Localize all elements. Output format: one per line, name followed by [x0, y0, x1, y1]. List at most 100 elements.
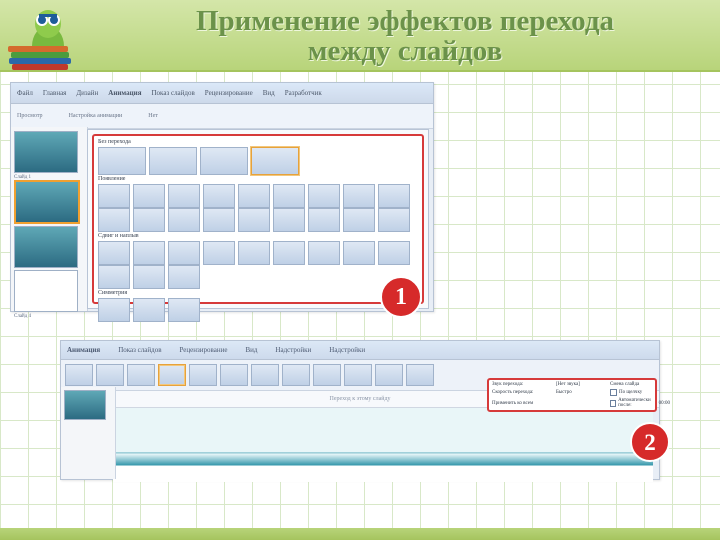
slide-thumbnail-pane-2 — [61, 387, 116, 479]
transition-thumb — [238, 208, 270, 232]
transition-thumb — [149, 147, 197, 175]
transition-thumb-selected — [251, 147, 299, 175]
checkbox-icon — [610, 389, 617, 396]
group-label: Симметрия — [98, 290, 418, 296]
transition-thumb — [273, 241, 305, 265]
ribbon-tabs-2: Анимация Показ слайдов Рецензирование Ви… — [61, 341, 659, 360]
title-line-1: Применение эффектов перехода — [196, 5, 614, 37]
tab: Вид — [245, 346, 257, 354]
slide-thumb — [14, 226, 78, 268]
slide-thumb-selected — [14, 180, 80, 224]
transition-thumb — [133, 184, 165, 208]
slide-thumb — [64, 390, 106, 420]
checkbox-icon — [610, 400, 616, 407]
step-marker-2: 2 — [630, 422, 670, 462]
transition-thumb — [282, 364, 310, 386]
transition-thumb — [168, 298, 200, 322]
transition-thumb — [238, 241, 270, 265]
transition-thumb — [251, 364, 279, 386]
transition-thumb — [343, 241, 375, 265]
tab: Рецензирование — [180, 346, 228, 354]
opt-label: Звук перехода: — [492, 381, 552, 387]
transition-thumb — [344, 364, 372, 386]
transition-thumb — [168, 208, 200, 232]
footer-bar — [0, 528, 720, 540]
step-number: 2 — [644, 431, 656, 454]
group-label: Просмотр — [17, 113, 43, 119]
opt-button: Применить ко всем — [492, 398, 606, 409]
tab: Главная — [43, 89, 67, 97]
transition-thumb — [133, 265, 165, 289]
transition-thumb — [238, 184, 270, 208]
transition-thumb — [203, 241, 235, 265]
transition-gallery: Без перехода Появление Сдвиг и наплыв Си — [87, 129, 429, 309]
group-label: Появление — [98, 176, 418, 182]
transition-thumb — [406, 364, 434, 386]
slide-canvas-preview — [113, 408, 653, 482]
opt-check: Автоматически после: 00:00 — [610, 398, 670, 409]
transition-gallery-highlight: Без перехода Появление Сдвиг и наплыв Си — [92, 134, 424, 304]
tab: Файл — [17, 89, 33, 97]
transition-thumb — [133, 298, 165, 322]
tab: Показ слайдов — [118, 346, 161, 354]
transition-thumb — [308, 208, 340, 232]
transition-thumb — [378, 208, 410, 232]
transition-thumb — [343, 208, 375, 232]
slide-thumbnail-pane: Слайд 1 Слайд 4 — [11, 127, 88, 311]
transition-thumb — [220, 364, 248, 386]
transition-thumb — [133, 241, 165, 265]
transition-thumb — [98, 265, 130, 289]
tab: Разработчик — [285, 89, 322, 97]
transition-thumb — [273, 184, 305, 208]
transition-thumb — [98, 241, 130, 265]
tab: Надстройки — [275, 346, 311, 354]
transition-thumb — [378, 184, 410, 208]
transition-thumb — [127, 364, 155, 386]
transition-thumb — [96, 364, 124, 386]
ribbon-tabs-1: Файл Главная Дизайн Анимация Показ слайд… — [11, 83, 433, 104]
transition-thumb — [98, 184, 130, 208]
tab: Анимация — [108, 89, 141, 97]
group-caption: Переход к этому слайду — [329, 396, 390, 402]
powerpoint-screenshot-1: Файл Главная Дизайн Анимация Показ слайд… — [10, 82, 434, 312]
ribbon-toolbar-2: Звук перехода: [Нет звука] Смена слайда … — [61, 360, 659, 391]
group-label: Нет — [148, 113, 158, 119]
tab: Рецензирование — [205, 89, 253, 97]
transition-thumb — [98, 298, 130, 322]
opt-label: Скорость перехода: — [492, 388, 552, 396]
transition-thumb — [168, 184, 200, 208]
transition-thumb — [98, 147, 146, 175]
transition-thumb — [168, 265, 200, 289]
transition-thumb — [200, 147, 248, 175]
transition-thumb — [375, 364, 403, 386]
tab: Вид — [263, 89, 275, 97]
tab: Надстройки — [329, 346, 365, 354]
transition-thumb — [65, 364, 93, 386]
tab: Показ слайдов — [151, 89, 194, 97]
slide-title: Применение эффектов перехода между слайд… — [100, 6, 710, 67]
transition-thumb — [273, 208, 305, 232]
transition-thumb — [203, 184, 235, 208]
transition-thumb — [308, 184, 340, 208]
group-label: Сдвиг и наплыв — [98, 233, 418, 239]
transition-thumb — [133, 208, 165, 232]
tab: Анимация — [67, 346, 100, 354]
thumb-label: Слайд 4 — [14, 314, 84, 319]
group-label: Настройка анимации — [69, 113, 123, 119]
opt-value: Быстро — [556, 388, 606, 396]
tab: Дизайн — [76, 89, 98, 97]
opt-value: [Нет звука] — [556, 381, 606, 387]
opt-label: Смена слайда — [610, 381, 670, 387]
powerpoint-screenshot-2: Анимация Показ слайдов Рецензирование Ви… — [60, 340, 660, 480]
opt-check: По щелчку — [610, 388, 670, 396]
transition-thumb — [203, 208, 235, 232]
step-marker-1: 1 — [380, 276, 422, 318]
transition-thumb-selected — [158, 364, 186, 386]
transition-thumb — [98, 208, 130, 232]
transition-thumb — [189, 364, 217, 386]
transition-thumb — [313, 364, 341, 386]
transition-thumb — [168, 241, 200, 265]
ribbon-toolbar-1: Просмотр Настройка анимации Нет — [11, 104, 433, 129]
group-label: Без перехода — [98, 139, 418, 145]
bookworm-mascot — [8, 2, 86, 72]
